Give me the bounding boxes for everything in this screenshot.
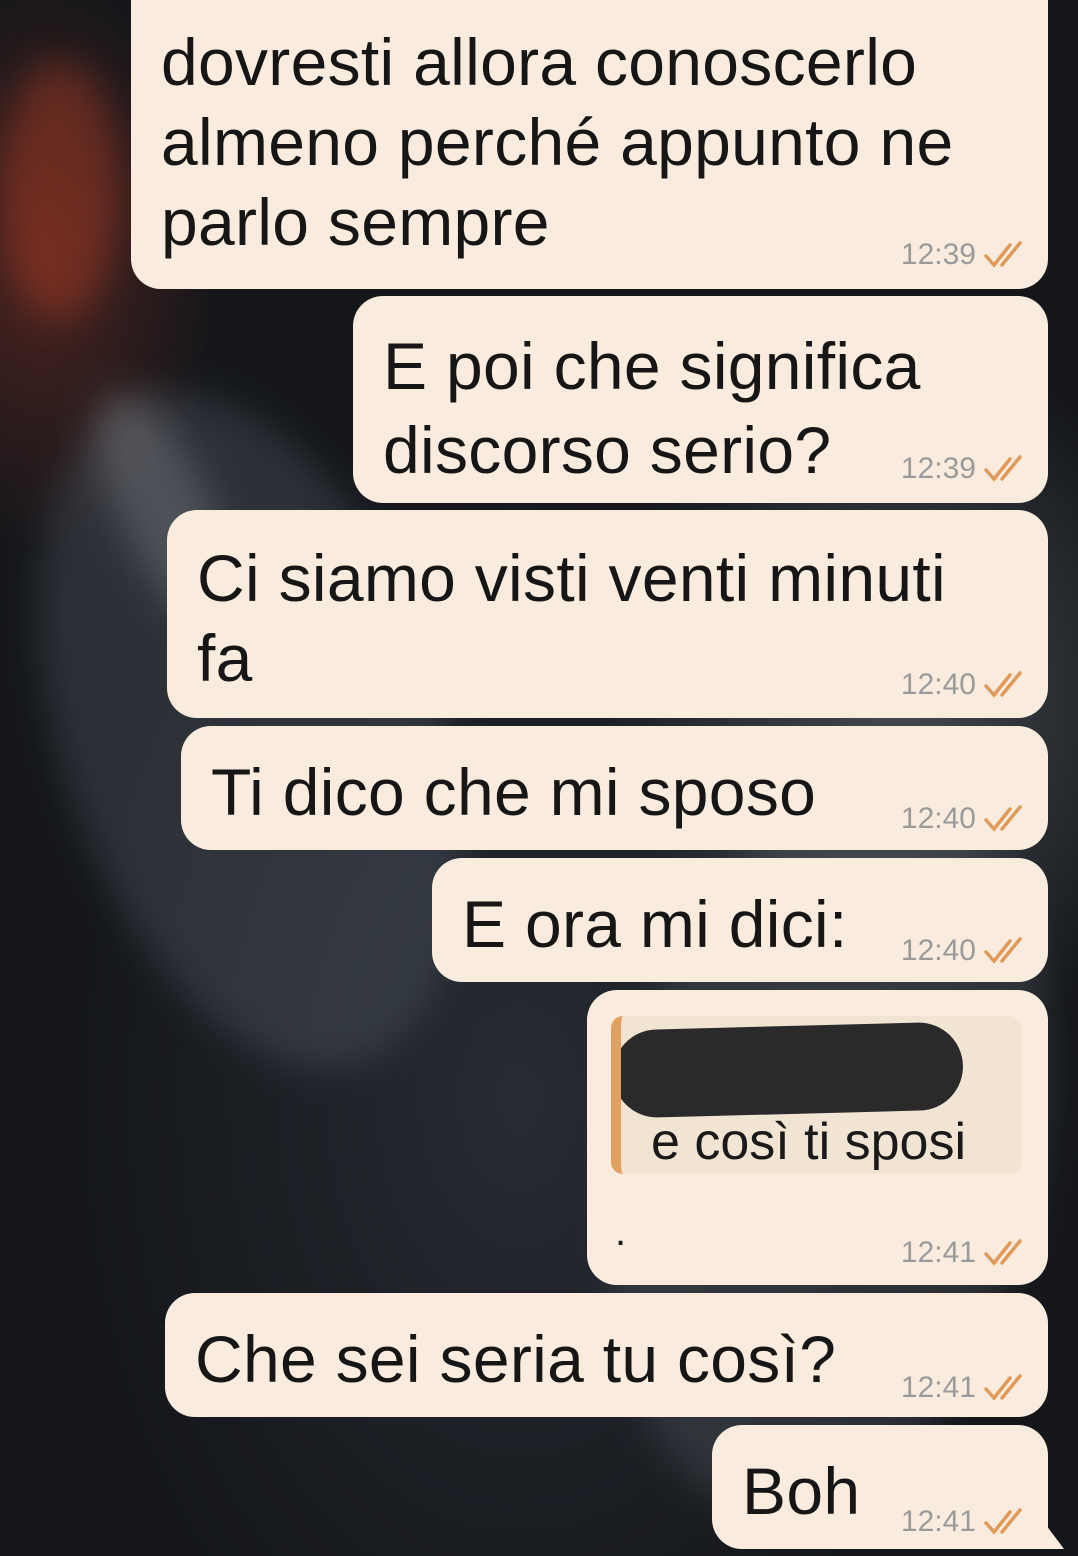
message-text: Ci siamo visti venti minuti fa bbox=[197, 541, 946, 695]
message-meta: 12:41 bbox=[901, 1236, 1030, 1270]
message-meta: 12:40 bbox=[901, 802, 1030, 836]
quoted-text: e così ti sposi bbox=[651, 1113, 967, 1171]
message-bubble[interactable]: Boh 12:41 bbox=[712, 1425, 1048, 1549]
message-meta: 12:41 bbox=[901, 1371, 1030, 1405]
wallpaper-shape bbox=[0, 60, 120, 320]
message-bubble[interactable]: E ora mi dici: 12:40 bbox=[432, 858, 1048, 982]
bubble-tail bbox=[1046, 1525, 1064, 1549]
double-check-icon bbox=[984, 455, 1022, 482]
message-time: 12:39 bbox=[900, 452, 976, 485]
message-bubble[interactable]: dovresti allora conoscerlo almeno perché… bbox=[131, 0, 1048, 289]
message-bubble[interactable]: Ti dico che mi sposo 12:40 bbox=[181, 726, 1048, 850]
quoted-message[interactable]: e così ti sposi bbox=[611, 1016, 1021, 1174]
message-text: . bbox=[615, 1210, 627, 1254]
message-bubble[interactable]: Che sei seria tu così? 12:41 bbox=[165, 1293, 1048, 1417]
message-meta: 12:41 bbox=[901, 1505, 1030, 1539]
message-time: 12:40 bbox=[900, 934, 976, 967]
double-check-icon bbox=[984, 1508, 1022, 1535]
message-meta: 12:40 bbox=[901, 934, 1030, 968]
double-check-icon bbox=[984, 937, 1022, 964]
message-text: E ora mi dici: bbox=[462, 887, 848, 961]
redaction-mark bbox=[621, 1021, 965, 1119]
double-check-icon bbox=[984, 1239, 1022, 1266]
message-time: 12:41 bbox=[900, 1505, 976, 1538]
message-meta: 12:40 bbox=[901, 668, 1030, 702]
double-check-icon bbox=[984, 1374, 1022, 1401]
double-check-icon bbox=[984, 671, 1022, 698]
message-text: Boh bbox=[742, 1454, 861, 1528]
message-time: 12:40 bbox=[900, 668, 976, 701]
message-time: 12:41 bbox=[900, 1236, 976, 1269]
message-time: 12:39 bbox=[900, 238, 976, 271]
message-text: dovresti allora conoscerlo almeno perché… bbox=[161, 25, 954, 259]
message-meta: 12:39 bbox=[901, 238, 1030, 272]
message-text: E poi che significa discorso serio? bbox=[383, 329, 921, 487]
double-check-icon bbox=[984, 241, 1022, 268]
message-text: Che sei seria tu così? bbox=[195, 1322, 837, 1396]
message-text: Ti dico che mi sposo bbox=[211, 755, 817, 829]
message-meta: 12:39 bbox=[901, 452, 1030, 486]
reply-message-bubble[interactable]: e così ti sposi . 12:41 bbox=[587, 990, 1048, 1285]
message-bubble[interactable]: Ci siamo visti venti minuti fa 12:40 bbox=[167, 510, 1048, 718]
message-time: 12:40 bbox=[900, 802, 976, 835]
message-bubble[interactable]: E poi che significa discorso serio? 12:3… bbox=[353, 296, 1048, 503]
double-check-icon bbox=[984, 805, 1022, 832]
message-time: 12:41 bbox=[900, 1371, 976, 1404]
